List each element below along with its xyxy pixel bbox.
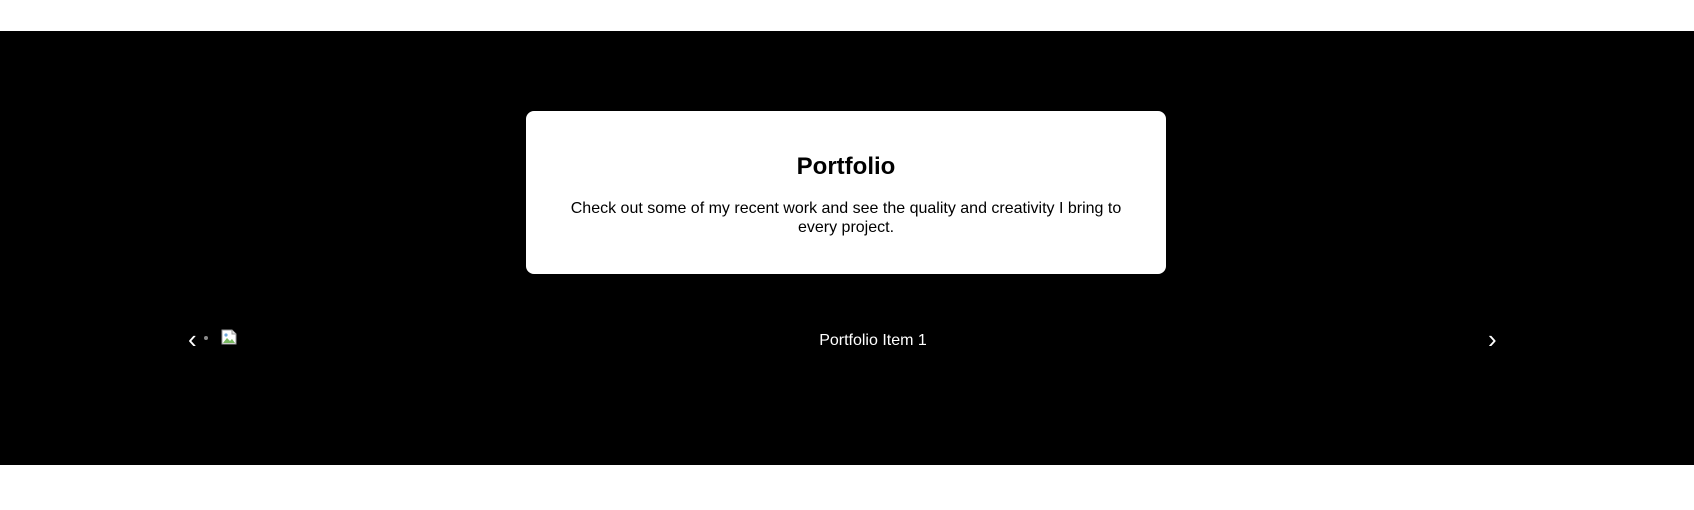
carousel-next-button[interactable]: › (1488, 326, 1497, 352)
portfolio-section: Portfolio Check out some of my recent wo… (0, 31, 1694, 465)
chevron-right-icon: › (1488, 324, 1497, 354)
portfolio-intro-card: Portfolio Check out some of my recent wo… (526, 111, 1166, 274)
portfolio-item-caption: Portfolio Item 1 (819, 332, 927, 349)
portfolio-carousel: ‹ Portfolio Item 1 › (0, 316, 1694, 366)
section-description: Check out some of my recent work and see… (570, 200, 1122, 236)
section-title: Portfolio (796, 153, 896, 180)
